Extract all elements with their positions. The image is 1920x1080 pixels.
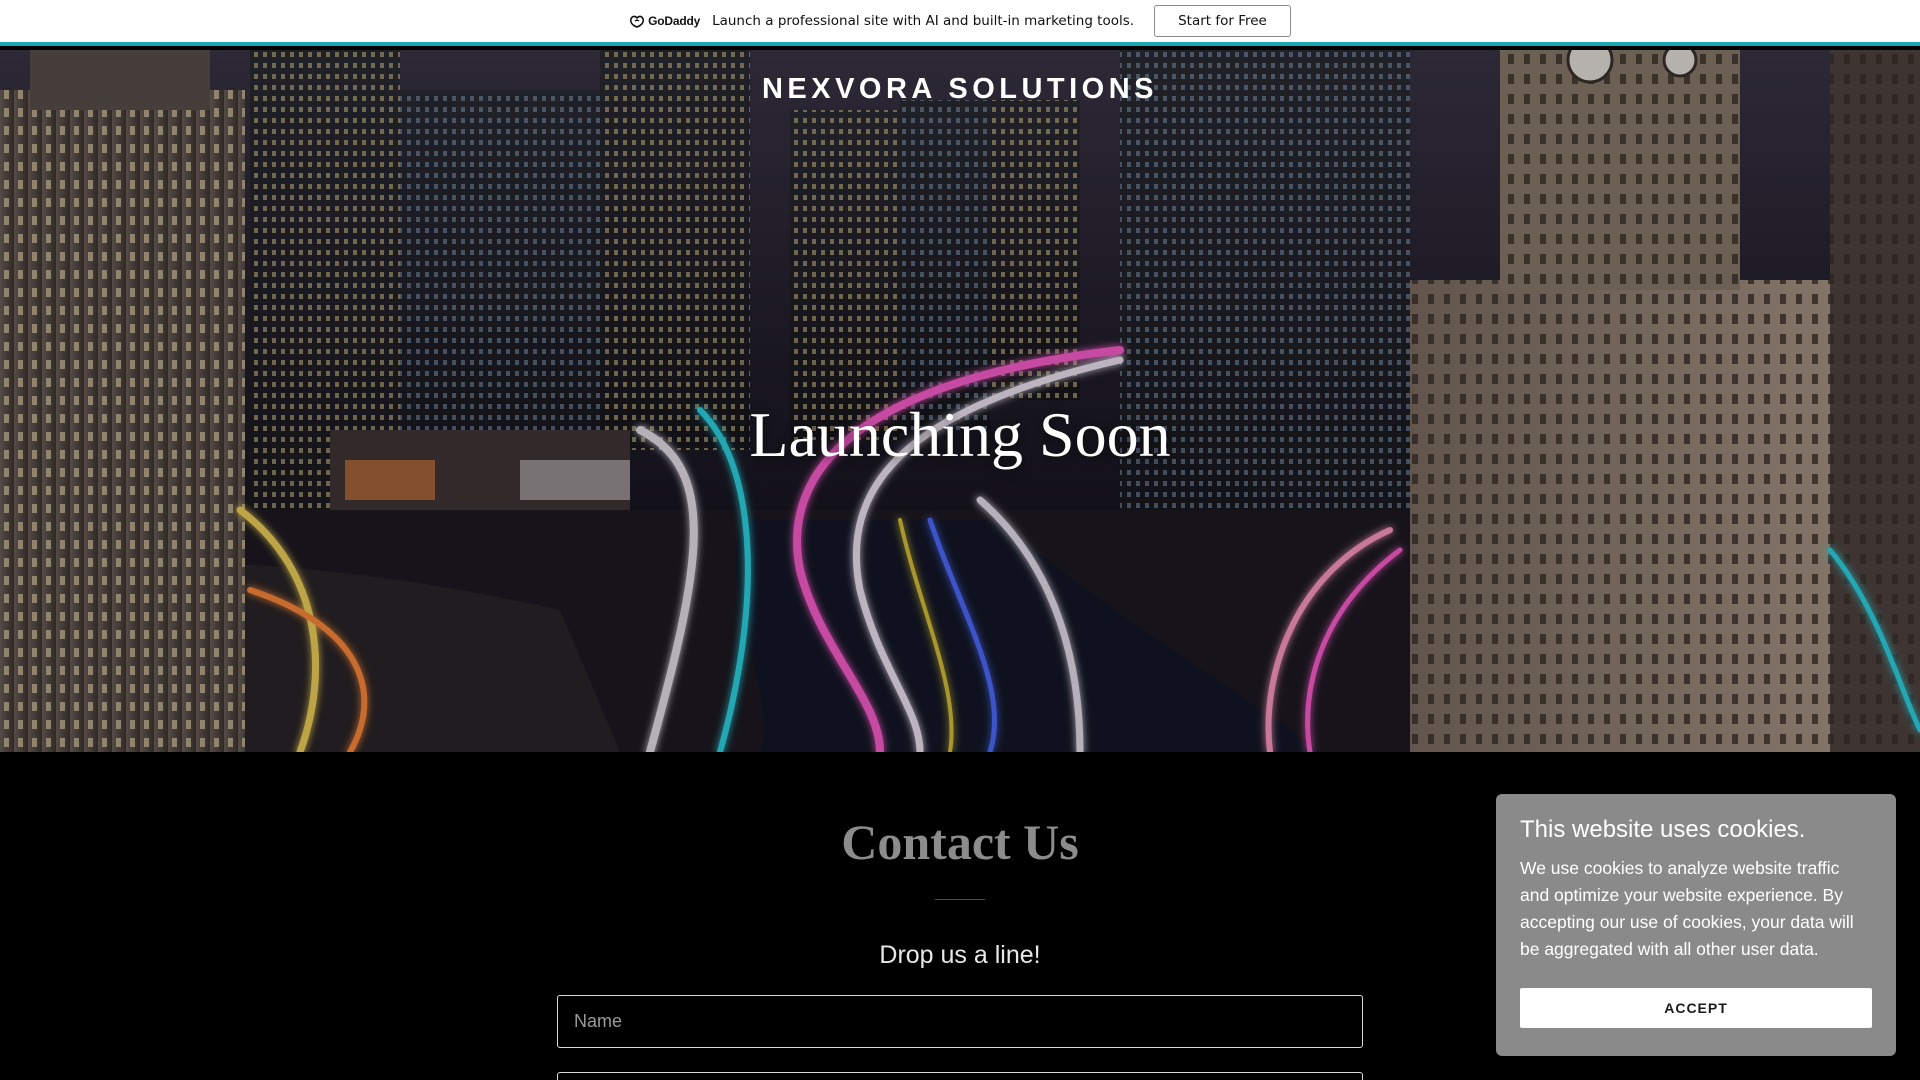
site-brand-title[interactable]: NEXVORA SOLUTIONS [0, 73, 1920, 106]
name-input[interactable] [557, 995, 1363, 1048]
cookie-consent-card: This website uses cookies. We use cookie… [1496, 794, 1896, 1056]
email-input[interactable] [557, 1072, 1363, 1080]
start-for-free-button[interactable]: Start for Free [1154, 5, 1291, 37]
hero-section: NEXVORA SOLUTIONS Launching Soon [0, 50, 1920, 752]
godaddy-logo-text: GoDaddy [648, 14, 701, 28]
promo-banner: GoDaddy Launch a professional site with … [0, 0, 1920, 46]
cookie-body: We use cookies to analyze website traffi… [1520, 857, 1854, 959]
promo-message: Launch a professional site with AI and b… [712, 13, 1135, 29]
hero-heading: Launching Soon [749, 399, 1171, 470]
accept-cookies-button[interactable]: ACCEPT [1520, 988, 1872, 1028]
godaddy-logo[interactable]: GoDaddy [629, 14, 700, 28]
contact-divider [935, 899, 985, 900]
cookie-title: This website uses cookies. [1520, 816, 1806, 843]
godaddy-logo-icon [629, 14, 645, 28]
